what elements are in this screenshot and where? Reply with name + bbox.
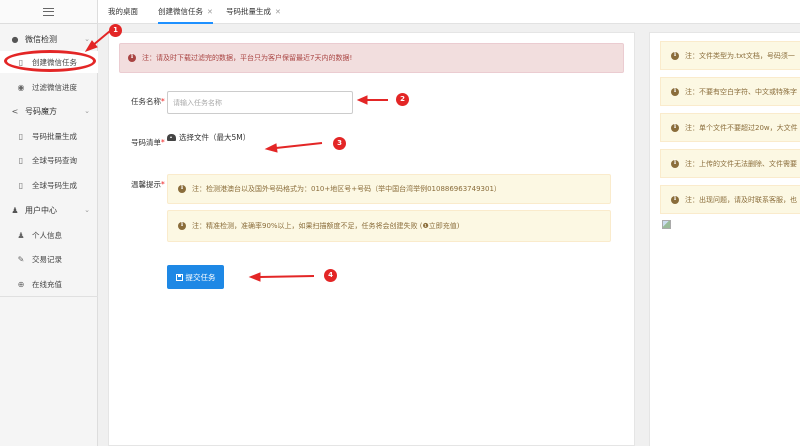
arrow-3	[275, 142, 323, 149]
annotation-badge-2: 2	[396, 93, 409, 106]
annotation-arrows	[84, 30, 388, 282]
annotation-badge-1: 1	[109, 24, 122, 37]
annotation-badge-3: 3	[333, 137, 346, 150]
arrow-4	[259, 275, 315, 278]
arrowhead-3	[264, 143, 278, 153]
annotation-badge-4: 4	[324, 269, 337, 282]
arrowhead-2	[356, 95, 368, 105]
arrowhead-4	[248, 272, 261, 282]
